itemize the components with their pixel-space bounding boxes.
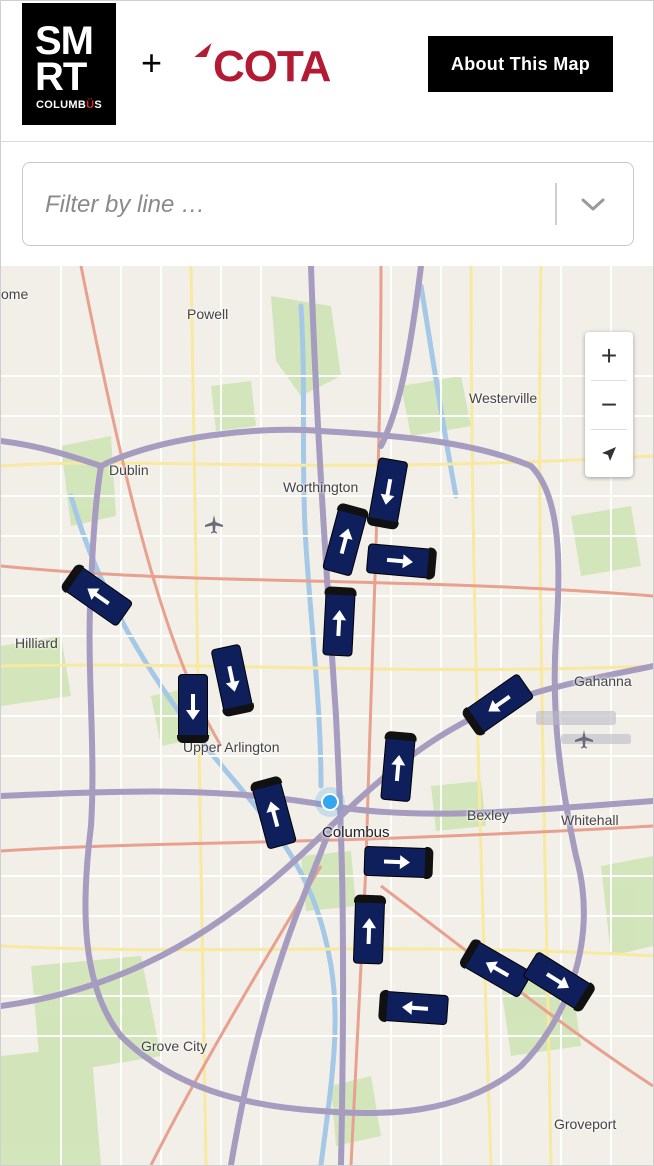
- place-label-edge: ome: [1, 286, 29, 302]
- bus-direction-arrow-icon: [383, 855, 410, 870]
- place-label-columbus: Columbus: [322, 824, 390, 841]
- bus-marker[interactable]: [363, 845, 434, 880]
- bus-marker[interactable]: [380, 730, 418, 803]
- bus-marker[interactable]: [365, 543, 438, 581]
- bus-marker[interactable]: [352, 894, 387, 965]
- chevron-down-icon[interactable]: [571, 185, 615, 225]
- place-label-whitehall: Whitehall: [561, 812, 619, 828]
- filter-divider: [555, 183, 557, 225]
- smart-columbus-logo[interactable]: SM RT COLUMBÜS: [22, 3, 116, 125]
- logo-city: COLUMBÜS: [36, 99, 102, 111]
- zoom-out-button[interactable]: −: [585, 381, 633, 429]
- airport-icon: [205, 515, 223, 534]
- cota-logo-text: COTA: [213, 42, 331, 91]
- place-label-groveport: Groveport: [554, 1116, 617, 1132]
- locate-button[interactable]: [585, 430, 633, 478]
- header: SM RT COLUMBÜS + COTA About This Map: [1, 1, 653, 142]
- about-this-map-button[interactable]: About This Map: [428, 36, 613, 92]
- place-label-worthington: Worthington: [283, 479, 359, 495]
- place-label-dublin: Dublin: [109, 462, 149, 478]
- place-label-powell: Powell: [187, 306, 229, 322]
- filter-input[interactable]: [43, 183, 547, 227]
- bus-direction-arrow-icon: [186, 694, 200, 720]
- place-label-hilliard: Hilliard: [15, 635, 58, 651]
- zoom-in-button[interactable]: +: [585, 332, 633, 380]
- logo-text-line2: RT: [35, 55, 87, 99]
- plus-sign: +: [141, 42, 163, 83]
- airport-icon: [575, 730, 593, 749]
- bus-marker[interactable]: [177, 674, 209, 743]
- place-label-grove-city: Grove City: [141, 1038, 208, 1054]
- place-label-bexley: Bexley: [467, 807, 510, 823]
- navigation-arrow-icon: [602, 447, 616, 461]
- filter-area: [1, 142, 653, 266]
- map[interactable]: ome Powell Westerville Dublin Worthingto…: [1, 266, 653, 1165]
- bus-direction-arrow-icon: [362, 918, 377, 945]
- place-label-westerville: Westerville: [469, 390, 538, 406]
- map-controls: + −: [585, 332, 633, 477]
- line-filter-select[interactable]: [22, 162, 634, 246]
- bus-marker[interactable]: [322, 586, 357, 657]
- bus-direction-arrow-icon: [402, 1000, 429, 1015]
- current-location-marker: [315, 787, 345, 817]
- cota-mark-icon: [194, 43, 212, 57]
- app-frame: SM RT COLUMBÜS + COTA About This Map Fil…: [0, 0, 654, 1166]
- bus-marker[interactable]: [377, 989, 449, 1026]
- place-label-gahanna: Gahanna: [574, 673, 632, 689]
- bus-direction-arrow-icon: [386, 554, 413, 569]
- bus-direction-arrow-icon: [391, 755, 406, 782]
- bus-direction-arrow-icon: [332, 610, 347, 637]
- map-base-layer: [1, 266, 653, 1165]
